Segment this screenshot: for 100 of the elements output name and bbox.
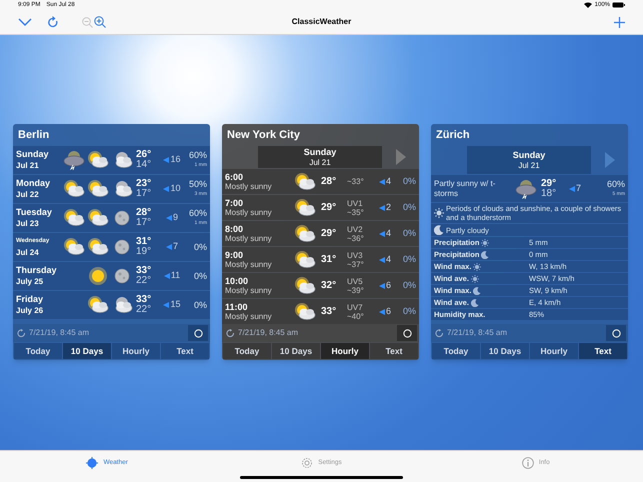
view-tab[interactable]: Text xyxy=(579,343,627,359)
high-temp: 31° xyxy=(136,237,152,247)
city-name: Berlin xyxy=(17,128,50,143)
hour-time: 6:00 xyxy=(225,172,244,182)
view-tab[interactable]: Today xyxy=(14,343,62,359)
view-tab[interactable]: 10 Days xyxy=(272,343,320,359)
moon-icon xyxy=(434,225,444,235)
refresh-icon[interactable] xyxy=(48,16,58,28)
wind-arrow-icon xyxy=(163,302,170,308)
refresh-icon[interactable] xyxy=(17,328,26,338)
sun-icon xyxy=(86,266,110,286)
wind-arrow-icon xyxy=(378,204,385,210)
sun-cloud-icon xyxy=(86,237,110,257)
day-date: July 26 xyxy=(16,305,44,316)
view-tab[interactable]: Text xyxy=(161,343,209,359)
circle-button[interactable] xyxy=(606,325,626,341)
condition-text: Mostly sunny xyxy=(225,182,273,192)
day-name: Sunday xyxy=(304,146,336,158)
temperature: 29° xyxy=(321,227,338,241)
precip-chance: 0% xyxy=(402,200,416,214)
uv-index: UV1 xyxy=(347,198,364,208)
sun-cloud-icon xyxy=(293,276,317,296)
sun-cloud-icon xyxy=(86,208,110,228)
chevron-down-icon[interactable] xyxy=(18,18,32,26)
sun-cloud-icon xyxy=(293,250,317,270)
wind-speed: 4 xyxy=(386,174,391,188)
view-tab[interactable]: 10 Days xyxy=(481,343,529,359)
wind-arrow-icon xyxy=(378,308,385,314)
wind-speed: 4 xyxy=(386,226,391,240)
wind-speed: 6 xyxy=(386,278,391,292)
storm-cloud-icon xyxy=(514,178,538,198)
uv-index: UV3 xyxy=(347,250,364,260)
precip-chance: 0% xyxy=(402,278,416,292)
view-tab[interactable]: Hourly xyxy=(321,343,369,359)
hour-time: 7:00 xyxy=(225,198,244,208)
day-date: Jul 23 xyxy=(16,218,40,229)
zoom-in-icon[interactable] xyxy=(94,16,106,28)
precip-chance: 0% xyxy=(402,174,416,188)
temperature: 31° xyxy=(321,253,338,267)
circle-button[interactable] xyxy=(397,325,417,341)
refresh-icon[interactable] xyxy=(435,328,444,338)
day-name: Monday xyxy=(16,178,52,189)
wind-arrow-icon xyxy=(166,244,172,250)
wind-arrow-icon xyxy=(166,215,172,221)
uv-index: UV7 xyxy=(347,302,364,312)
precip-chance: 0% xyxy=(194,300,207,310)
low-temp: 17° xyxy=(136,189,152,199)
feels-like: ~33° xyxy=(347,177,365,186)
next-arrow-icon[interactable] xyxy=(396,149,406,165)
wind-speed: 11 xyxy=(170,269,180,282)
view-tab[interactable]: Text xyxy=(370,343,418,359)
temperature: 28° xyxy=(321,175,338,189)
temperature: 33° xyxy=(321,305,338,319)
precip-chance: 0% xyxy=(194,271,207,281)
storm-cloud-icon xyxy=(62,150,86,170)
city-name: New York City xyxy=(226,128,301,143)
view-tab[interactable]: Hourly xyxy=(112,343,160,359)
precip-chance: 0% xyxy=(402,252,416,266)
high-temp: 23° xyxy=(136,179,152,189)
sun-icon xyxy=(434,208,444,218)
view-tab[interactable]: 10 Days xyxy=(63,343,111,359)
settings-icon xyxy=(301,457,314,469)
sun-icon xyxy=(473,262,482,270)
high-temp: 26° xyxy=(136,150,152,160)
sun-cloud-icon xyxy=(293,224,317,244)
day-name: Sunday xyxy=(16,149,50,160)
wifi-icon xyxy=(584,2,592,8)
feels-like: ~36° xyxy=(347,234,365,242)
wind-arrow-icon xyxy=(568,186,575,192)
updated-time: 7/21/19, 8:45 am xyxy=(29,327,90,339)
view-tab[interactable]: Hourly xyxy=(530,343,578,359)
precip-chance: 0% xyxy=(194,242,207,252)
condition-text: Mostly sunny xyxy=(225,208,273,218)
sun-cloud-icon xyxy=(293,302,317,322)
precip-chance: 60% xyxy=(188,208,207,218)
precip-chance: 0% xyxy=(402,304,416,318)
plus-icon[interactable] xyxy=(614,16,625,28)
feels-like: ~35° xyxy=(347,208,365,216)
low-temp: 22° xyxy=(136,305,152,315)
view-tab[interactable]: Today xyxy=(223,343,271,359)
wind-speed: 16 xyxy=(170,153,180,166)
precip-chance: 60% xyxy=(188,150,207,160)
view-tab[interactable]: Today xyxy=(432,343,480,359)
condition-text: Mostly sunny xyxy=(225,312,273,322)
sun-cloud-icon xyxy=(62,179,86,199)
hour-time: 9:00 xyxy=(225,250,244,260)
updated-time: 7/21/19, 8:45 am xyxy=(447,327,508,339)
refresh-icon[interactable] xyxy=(226,328,235,338)
hour-time: 10:00 xyxy=(225,276,250,286)
battery-icon xyxy=(612,2,625,8)
wind-arrow-icon xyxy=(378,282,385,288)
condition-text: Mostly sunny xyxy=(225,286,273,296)
high-temp: 33° xyxy=(136,295,152,305)
day-date: Jul 21 xyxy=(518,160,540,170)
circle-button[interactable] xyxy=(188,325,208,341)
low-temp: 19° xyxy=(136,247,152,257)
sun-cloud-icon xyxy=(62,208,86,228)
day-name: Thursday xyxy=(16,265,58,276)
updated-time: 7/21/19, 8:45 am xyxy=(238,327,298,339)
temperature: 29° xyxy=(321,201,338,215)
